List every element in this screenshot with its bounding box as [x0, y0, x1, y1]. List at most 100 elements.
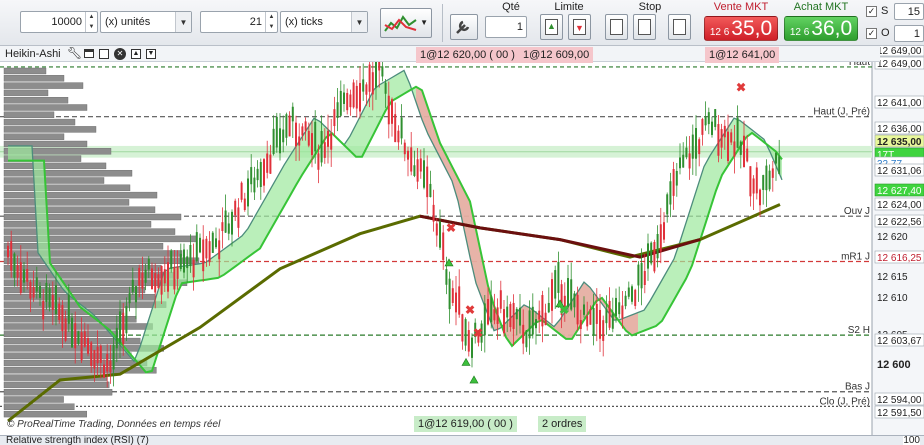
candle-body: [720, 129, 723, 148]
candle-body: [416, 159, 419, 182]
candle-body: [157, 274, 160, 289]
candle-body: [32, 286, 35, 298]
quantity-spinner[interactable]: 10000 ▲ ▼: [20, 11, 98, 33]
candle-body: [55, 285, 57, 315]
candle-body: [266, 153, 269, 173]
limite-buy-button[interactable]: ▲: [540, 14, 563, 40]
candle-body: [426, 166, 429, 198]
candle-body: [122, 312, 125, 345]
candle-body: [93, 349, 96, 369]
candle-body: [519, 307, 521, 326]
candle-body: [243, 198, 246, 211]
candle-body: [103, 364, 105, 378]
candle-body: [576, 294, 579, 325]
candle-body: [698, 139, 701, 155]
candle-body: [432, 204, 435, 222]
price-tick-label: 12 615: [877, 272, 908, 283]
price-tick-label: 12 649,00: [877, 59, 922, 70]
sell-cross-icon: ✖: [446, 221, 456, 235]
ticks-arrows[interactable]: ▲ ▼: [265, 12, 277, 32]
sell-cross-icon: ✖: [473, 326, 483, 340]
buy-mkt-button[interactable]: 12 6 36,0: [784, 16, 858, 41]
candle-body: [771, 168, 774, 178]
candle-body: [339, 90, 342, 116]
price-tick-label: 12 622,56: [877, 217, 922, 228]
order-tag[interactable]: 1@12 641,00: [705, 47, 780, 63]
candle-body: [119, 311, 121, 344]
candle-body: [227, 223, 230, 234]
quantity-arrows[interactable]: ▲ ▼: [85, 12, 97, 32]
candle-body: [301, 126, 304, 136]
candle-body: [279, 128, 281, 154]
candle-body: [323, 142, 326, 158]
chart-canvas[interactable]: ✖✖✖✖✖HautHaut (J, Pré)Ouv JmR1 JS2 HBas …: [0, 46, 924, 435]
candle-body: [640, 262, 643, 289]
candle-body: [752, 178, 755, 194]
volume-profile-bar: [3, 184, 131, 192]
candle-body: [231, 211, 233, 235]
move-up-icon[interactable]: ▲: [131, 49, 141, 59]
ticks-spinner[interactable]: 21 ▲ ▼: [200, 11, 278, 33]
stop-label: Stop: [638, 1, 662, 13]
candle-body: [291, 106, 294, 122]
candle-body: [96, 346, 99, 364]
candle-body: [653, 241, 656, 272]
candle-body: [112, 344, 115, 370]
indicator-button[interactable]: ▼: [380, 8, 432, 38]
arrow-down-icon: ▼: [575, 23, 584, 33]
qte-input[interactable]: 1: [485, 16, 527, 38]
order-tag[interactable]: 1@12 620,00 ( 00 ): [416, 47, 519, 63]
s-checkbox[interactable]: ✓: [866, 6, 877, 17]
candle-body: [701, 119, 704, 135]
candle-body: [176, 266, 179, 279]
candle-body: [87, 338, 89, 354]
o-checkbox[interactable]: ✓: [866, 28, 877, 39]
candle-body: [170, 250, 173, 269]
window-icon[interactable]: [84, 49, 94, 58]
candle-body: [592, 307, 595, 336]
candle-body: [551, 279, 553, 311]
candle-body: [595, 303, 598, 324]
candle-body: [368, 64, 371, 92]
candle-body: [115, 327, 118, 349]
level-label: Bas J: [845, 382, 870, 393]
candle-body: [234, 200, 237, 216]
candle-body: [173, 266, 176, 290]
candle-body: [26, 268, 29, 282]
chevron-down-icon[interactable]: ▼: [351, 12, 367, 32]
price-tick-label: 12 649,00: [877, 46, 922, 57]
close-icon[interactable]: ✕: [114, 48, 126, 60]
candle-body: [736, 117, 739, 148]
limite-sell-button[interactable]: ▼: [568, 14, 591, 40]
wrench-icon[interactable]: 🔧︎: [67, 46, 82, 60]
level-label: Ouv J: [844, 206, 870, 217]
stop-limit-button[interactable]: [668, 14, 691, 40]
volume-profile-bar: [3, 367, 157, 374]
price-tick-label: 12 627,40: [877, 186, 922, 197]
chevron-down-icon: ▼: [420, 18, 428, 27]
move-down-icon[interactable]: ▼: [146, 49, 156, 59]
candle-body: [624, 295, 627, 307]
s-value: 15: [907, 5, 920, 18]
orders-count-tag[interactable]: 2 ordres: [538, 416, 587, 432]
price-tick-label: 12 610: [877, 293, 908, 304]
s-input[interactable]: 15: [894, 3, 924, 20]
arrow-up-icon: ▲: [547, 21, 556, 31]
ticks-select[interactable]: (x) ticks ▼: [280, 11, 368, 33]
stop-sell-button[interactable]: [633, 14, 656, 40]
minimize-icon[interactable]: [99, 49, 109, 59]
chevron-down-icon[interactable]: ▼: [175, 12, 191, 32]
candle-body: [259, 162, 262, 188]
order-tag[interactable]: 1@12 619,00 ( 00 ): [414, 416, 517, 432]
stop-buy-button[interactable]: [605, 14, 628, 40]
price-tick-label: 12 594,00: [877, 395, 922, 406]
sell-mkt-button[interactable]: 12 6 35,0: [704, 16, 778, 41]
o-input[interactable]: 1: [894, 25, 924, 42]
candle-body: [167, 262, 169, 292]
order-tag[interactable]: 1@12 609,00: [519, 47, 594, 63]
candle-body: [375, 58, 377, 88]
qte-value: 1: [516, 21, 523, 33]
unit-select[interactable]: (x) unités ▼: [100, 11, 192, 33]
tools-button[interactable]: [450, 14, 478, 40]
price-chart[interactable]: ✖ ✖ ✖ ✖ ✖ Haut Haut (J, Pré) Ouv JmR1 J S2 H Bas …: [0, 46, 924, 435]
